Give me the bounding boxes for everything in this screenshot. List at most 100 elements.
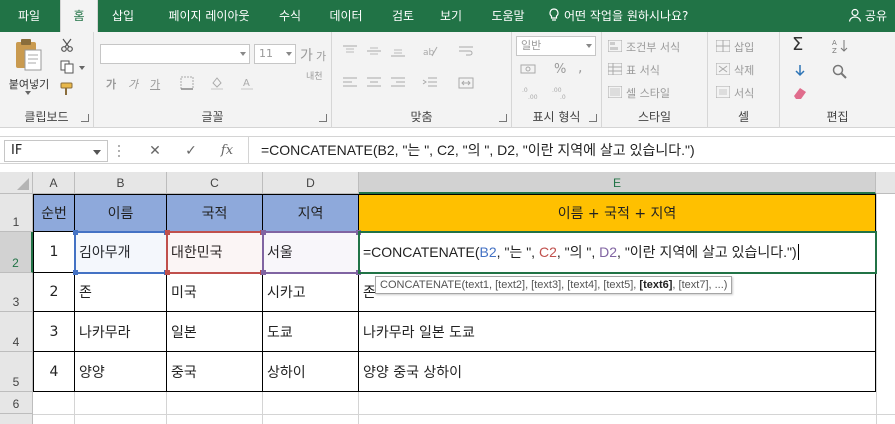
share-button[interactable]: 공유	[848, 0, 887, 32]
percent-button[interactable]: %	[554, 62, 566, 77]
row-header-4[interactable]: 4	[0, 312, 33, 352]
cell-d2[interactable]: 서울	[263, 232, 359, 273]
comma-button[interactable]: ,	[578, 60, 582, 76]
cell-a2[interactable]: 1	[33, 232, 75, 273]
find-select-icon[interactable]	[832, 64, 848, 80]
align-top-icon[interactable]	[342, 44, 358, 58]
borders-icon[interactable]	[180, 76, 194, 90]
row-header-6[interactable]: 6	[0, 392, 33, 414]
cell-c4[interactable]: 일본	[167, 312, 263, 352]
cell-d3[interactable]: 시카고	[263, 273, 359, 312]
cell-e1[interactable]: 이름 + 국적 + 지역	[359, 194, 876, 232]
align-bottom-icon[interactable]	[390, 44, 406, 58]
copy-icon[interactable]	[60, 60, 74, 74]
decrease-decimal-icon[interactable]: .00.0	[552, 86, 570, 100]
tab-home[interactable]: 홈	[60, 0, 98, 33]
clear-icon[interactable]	[792, 86, 808, 100]
cut-icon[interactable]	[60, 38, 74, 52]
cell-a5[interactable]: 4	[33, 352, 75, 392]
cell-a1[interactable]: 순번	[33, 194, 75, 232]
column-header-b[interactable]: B	[75, 172, 167, 194]
format-as-table-button[interactable]: 표 서식	[626, 62, 660, 78]
fill-color-icon[interactable]	[210, 76, 224, 90]
number-format-combo[interactable]: 일반	[516, 36, 596, 56]
wrap-text-icon[interactable]	[458, 44, 474, 58]
cancel-icon[interactable]: ✕	[142, 141, 168, 161]
cell-b3[interactable]: 존	[75, 273, 167, 312]
fill-icon[interactable]	[792, 64, 808, 78]
cell-a3[interactable]: 2	[33, 273, 75, 312]
align-center-icon[interactable]	[366, 76, 382, 90]
tab-data[interactable]: 데이터	[320, 0, 372, 32]
cell-c3[interactable]: 미국	[167, 273, 263, 312]
cell-styles-button[interactable]: 셀 스타일	[626, 85, 670, 101]
align-middle-icon[interactable]	[366, 44, 382, 58]
sort-filter-icon[interactable]: AZ	[832, 38, 852, 54]
italic-button[interactable]: 가	[128, 76, 138, 92]
row-header-3[interactable]: 3	[0, 273, 33, 312]
autosum-icon[interactable]: Σ	[792, 34, 803, 55]
cell-d4[interactable]: 도쿄	[263, 312, 359, 352]
cell-c5[interactable]: 중국	[167, 352, 263, 392]
tell-me-search[interactable]: 어떤 작업을 원하시나요?	[548, 0, 688, 32]
font-name-combo[interactable]	[100, 44, 250, 64]
shrink-font-button[interactable]: 가	[316, 48, 326, 64]
bold-button[interactable]: 가	[106, 76, 116, 92]
tab-help[interactable]: 도움말	[480, 0, 536, 32]
delete-cells-button[interactable]: 삭제	[734, 62, 754, 78]
column-header-c[interactable]: C	[167, 172, 263, 194]
tab-review[interactable]: 검토	[382, 0, 424, 32]
font-launcher-icon[interactable]	[319, 114, 327, 122]
insert-function-icon[interactable]: fx	[214, 141, 240, 161]
enter-icon[interactable]: ✓	[178, 141, 204, 161]
cell-d5[interactable]: 상하이	[263, 352, 359, 392]
cell-b2[interactable]: 김아무개	[75, 232, 167, 273]
row-header-7[interactable]	[0, 414, 33, 424]
alignment-launcher-icon[interactable]	[499, 114, 507, 122]
cell-b1[interactable]: 이름	[75, 194, 167, 232]
column-header-f[interactable]	[876, 172, 895, 194]
tab-formulas[interactable]: 수식	[270, 0, 310, 32]
row-header-2[interactable]: 2	[0, 232, 33, 273]
function-arguments-tooltip[interactable]: CONCATENATE(text1, [text2], [text3], [te…	[375, 276, 733, 294]
row-header-5[interactable]: 5	[0, 352, 33, 392]
row-header-1[interactable]: 1	[0, 194, 33, 232]
format-cells-button[interactable]: 서식	[734, 85, 754, 101]
conditional-formatting-button[interactable]: 조건부 서식	[626, 39, 680, 55]
insert-cells-button[interactable]: 삽입	[734, 39, 754, 55]
currency-icon[interactable]	[520, 62, 536, 76]
font-color-icon[interactable]: A	[240, 76, 254, 90]
column-header-d[interactable]: D	[263, 172, 359, 194]
clipboard-launcher-icon[interactable]	[81, 114, 89, 122]
format-painter-icon[interactable]	[60, 82, 74, 96]
indent-icon[interactable]	[422, 76, 438, 90]
name-box[interactable]: IF	[4, 140, 108, 162]
in-cell-formula-editor[interactable]: =CONCATENATE(B2, "는 ", C2, "의 ", D2, "이란…	[361, 242, 799, 262]
tab-insert[interactable]: 삽입	[102, 0, 144, 32]
number-launcher-icon[interactable]	[589, 114, 597, 122]
formula-input[interactable]: =CONCATENATE(B2, "는 ", C2, "의 ", D2, "이란…	[248, 137, 895, 163]
cell-e5[interactable]: 양양 중국 상하이	[359, 352, 876, 392]
paste-button[interactable]: 붙여넣기	[4, 36, 54, 98]
grow-font-button[interactable]: 가	[300, 45, 313, 65]
cell-b4[interactable]: 나카무라	[75, 312, 167, 352]
cell-c2[interactable]: 대한민국	[167, 232, 263, 273]
merge-center-icon[interactable]	[458, 76, 474, 90]
align-right-icon[interactable]	[390, 76, 406, 90]
orientation-icon[interactable]: ab	[422, 44, 438, 58]
increase-decimal-icon[interactable]: .0.00	[522, 86, 540, 100]
align-left-icon[interactable]	[342, 76, 358, 90]
font-size-combo[interactable]: 11	[254, 44, 296, 64]
copy-dropdown-icon[interactable]	[79, 66, 85, 70]
cell-c1[interactable]: 국적	[167, 194, 263, 232]
column-header-e[interactable]: E	[359, 172, 876, 194]
tab-file[interactable]: 파일	[6, 0, 52, 32]
underline-button[interactable]: 가	[150, 76, 160, 92]
cell-e4[interactable]: 나카무라 일본 도쿄	[359, 312, 876, 352]
cell-b5[interactable]: 양양	[75, 352, 167, 392]
select-all-button[interactable]	[0, 172, 33, 194]
phonetic-button[interactable]: 내천	[306, 72, 323, 82]
column-header-a[interactable]: A	[33, 172, 75, 194]
tab-page-layout[interactable]: 페이지 레이아웃	[150, 0, 268, 32]
cell-d1[interactable]: 지역	[263, 194, 359, 232]
